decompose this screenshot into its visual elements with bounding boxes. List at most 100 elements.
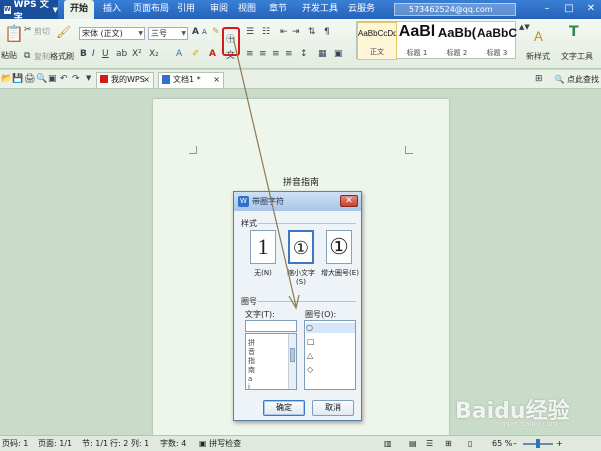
tab-cloud[interactable]: 云服务 — [342, 0, 381, 19]
text-tools-icon[interactable]: T — [569, 24, 579, 40]
maximize-icon[interactable]: □ — [562, 2, 576, 16]
new-style-icon[interactable]: Ａ — [532, 26, 545, 45]
ok-button[interactable]: 确定 — [263, 400, 305, 416]
show-marks-icon[interactable]: ¶ — [324, 27, 330, 37]
align-right-icon[interactable]: ≡ — [272, 49, 280, 59]
paste-button[interactable]: 粘贴 — [1, 50, 17, 61]
underline-icon[interactable]: U — [102, 49, 109, 59]
format-painter-icon[interactable]: 🖌 — [56, 25, 71, 39]
shrink-font-icon[interactable]: A — [202, 28, 207, 36]
web-view-icon[interactable]: ⊞ — [445, 436, 452, 451]
chevron-down-icon[interactable]: ▼ — [86, 74, 91, 82]
new-style-button[interactable]: 新样式 — [526, 51, 550, 62]
tab-my-wps[interactable]: 我的WPS × — [96, 72, 154, 88]
zoom-in-icon[interactable]: + — [556, 436, 563, 451]
redo-icon[interactable]: ↷ — [72, 74, 80, 84]
bold-icon[interactable]: B — [80, 49, 87, 59]
cut-button[interactable]: 剪切 — [34, 26, 50, 37]
word-count[interactable]: 字数: 4 — [160, 436, 186, 451]
style-none-button[interactable]: 1 — [250, 230, 276, 264]
tab-home[interactable]: 开始 — [64, 0, 95, 19]
shading-icon[interactable]: ▣ — [334, 49, 343, 59]
justify-icon[interactable]: ≡ — [285, 49, 293, 59]
zoom-slider-thumb[interactable] — [536, 439, 540, 448]
tab-review[interactable]: 审阅 — [204, 0, 234, 19]
tab-chapters[interactable]: 章节 — [263, 0, 293, 19]
style-normal[interactable]: AaBbCcDd 正文 — [357, 22, 397, 60]
close-icon[interactable]: ✕ — [584, 2, 598, 16]
search-help[interactable]: 🔍 点此查找 — [554, 74, 599, 85]
open-icon[interactable]: 📂 — [1, 74, 12, 84]
scrollbar[interactable] — [288, 334, 296, 389]
tab-references[interactable]: 引用 — [171, 0, 201, 19]
line-spacing-icon[interactable]: ↕ — [300, 49, 308, 59]
zoom-level[interactable]: 65 % — [492, 436, 512, 451]
text-input[interactable] — [245, 320, 297, 332]
scissors-icon[interactable]: ✂ — [24, 25, 32, 35]
document-manager-icon[interactable]: ⊞ — [535, 74, 543, 84]
list-item[interactable]: □ — [307, 337, 315, 347]
tab-document-1[interactable]: 文档1 * × — [158, 72, 224, 88]
read-view-icon[interactable]: ▯ — [468, 436, 472, 451]
gallery-scroll-icon[interactable]: ▲▼ — [519, 23, 530, 31]
clear-format-icon[interactable]: ✎ — [212, 27, 220, 37]
tab-developer[interactable]: 开发工具 — [296, 0, 344, 19]
outline-view-icon[interactable]: ☰ — [426, 436, 433, 451]
bullet-list-icon[interactable]: ☰ — [246, 27, 254, 37]
highlight-icon[interactable]: ✐ — [192, 49, 200, 59]
sort-icon[interactable]: ⇅ — [308, 27, 316, 37]
close-icon[interactable]: × — [213, 73, 220, 87]
font-name-select[interactable]: 宋体 (正文) ▼ — [79, 27, 145, 40]
style-shrink-text-button[interactable]: ① — [288, 230, 314, 264]
zoom-out-icon[interactable]: – — [513, 436, 517, 451]
tab-page-layout[interactable]: 页面布局 — [127, 0, 175, 19]
grow-font-icon[interactable]: A — [192, 27, 199, 37]
print-icon[interactable]: 🖨 — [24, 74, 35, 84]
tab-insert[interactable]: 插入 — [97, 0, 127, 19]
save-icon[interactable]: 💾 — [12, 74, 23, 84]
subscript-icon[interactable]: X₂ — [149, 49, 159, 59]
text-tools-button[interactable]: 文字工具 — [561, 51, 593, 62]
copy-button[interactable]: 复制 — [34, 51, 50, 62]
tab-view[interactable]: 视图 — [232, 0, 262, 19]
minimize-icon[interactable]: – — [540, 2, 554, 16]
page-view-icon[interactable]: ▤ — [409, 436, 417, 451]
italic-icon[interactable]: I — [92, 49, 95, 59]
list-item[interactable]: ◇ — [307, 365, 313, 375]
font-color-icon[interactable]: A — [209, 49, 216, 59]
undo-icon[interactable]: ↶ — [60, 74, 68, 84]
superscript-icon[interactable]: X² — [132, 49, 142, 59]
style-enlarge-ring-button[interactable]: ① — [326, 230, 352, 264]
style-heading-3[interactable]: AaBbC 标题 3 — [477, 22, 517, 60]
numbered-list-icon[interactable]: ☷ — [262, 27, 270, 37]
ring-list[interactable]: ○ □ △ ◇ — [304, 320, 356, 390]
indent-icon[interactable]: ⇥ — [292, 27, 300, 37]
text-effect-icon[interactable]: A — [176, 49, 182, 59]
style-heading-1[interactable]: AaBl 标题 1 — [397, 22, 437, 60]
app-menu-button[interactable]: W WPS 文字 ▼ — [0, 0, 58, 23]
close-icon[interactable]: ✕ — [340, 195, 358, 207]
outdent-icon[interactable]: ⇤ — [280, 27, 288, 37]
copy-icon[interactable]: ⧉ — [24, 51, 30, 61]
borders-icon[interactable]: ▦ — [318, 49, 327, 59]
spell-check[interactable]: ▣ 拼写检查 — [199, 436, 241, 451]
account-box[interactable]: 573462524@qq.com — [394, 3, 516, 16]
list-item[interactable]: i — [248, 382, 250, 389]
cancel-button[interactable]: 取消 — [312, 400, 354, 416]
scroll-thumb[interactable] — [290, 348, 295, 362]
align-left-icon[interactable]: ≡ — [246, 49, 254, 59]
paste-icon[interactable]: 📋 — [4, 24, 24, 43]
view-mode-icon[interactable]: ▥ — [384, 436, 392, 451]
font-size-select[interactable]: 三号 ▼ — [148, 27, 188, 40]
preview-icon[interactable]: 🔍 — [36, 74, 47, 84]
list-item[interactable]: ○ — [306, 323, 355, 333]
strikethrough-icon[interactable]: ab — [116, 49, 127, 59]
align-center-icon[interactable]: ≡ — [259, 49, 267, 59]
list-item[interactable]: △ — [307, 351, 313, 361]
style-heading-2[interactable]: AaBb( 标题 2 — [437, 22, 477, 60]
format-painter-button[interactable]: 格式刷 — [50, 51, 74, 62]
text-list[interactable]: 拼 音 指 南 a i — [245, 333, 297, 390]
pdf-icon[interactable]: ▣ — [48, 74, 57, 84]
dialog-title-bar[interactable]: W 带圈字符 ✕ — [234, 192, 361, 211]
close-icon[interactable]: × — [143, 73, 150, 87]
